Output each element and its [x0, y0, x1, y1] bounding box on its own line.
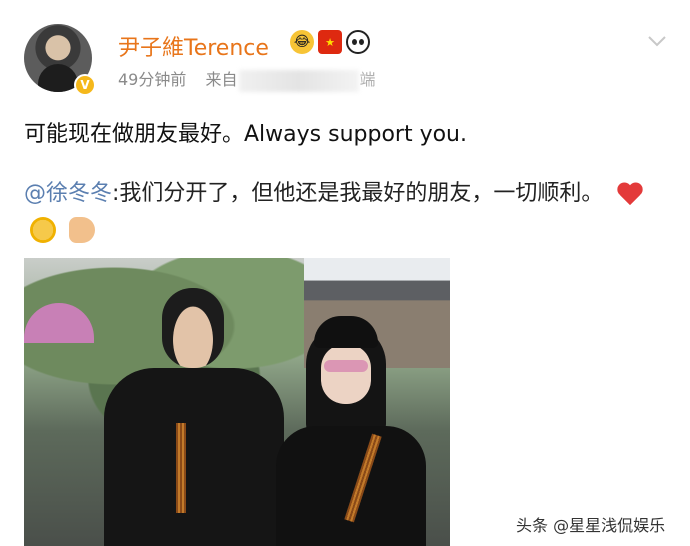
china-flag-icon: ★ [318, 30, 342, 54]
flexed-biceps-icon [69, 217, 95, 243]
photo-woman-glasses [324, 360, 368, 372]
photo-woman-body [276, 426, 426, 546]
mention-link[interactable]: @徐冬冬 [24, 181, 112, 206]
crying-laughing-face-icon: 😂 [290, 30, 314, 54]
username[interactable]: 尹子維Terence [118, 30, 269, 62]
post-source-tail: 端 [359, 70, 376, 89]
verified-icon: V [74, 74, 96, 96]
user-badges: 😂 ★ [290, 30, 370, 54]
photo-woman-face [321, 344, 371, 404]
red-heart-icon [616, 181, 644, 207]
reposted-text: @徐冬冬:我们分开了，但他还是我最好的朋友，一切顺利。 [24, 176, 664, 248]
post-meta: 49分钟前 来自 端 [118, 66, 376, 92]
photo-man-body [104, 368, 284, 546]
weibo-post: V 尹子維Terence 😂 ★ 49分钟前 来自 端 可能现在做朋友最好。Alw… [0, 0, 690, 546]
photo-man-head [162, 288, 224, 368]
post-source-label: 来自 [205, 70, 238, 89]
photo-man [104, 288, 284, 546]
incense-sticks [176, 423, 186, 513]
blurred-source [239, 69, 360, 92]
watermark: 头条 @星星浅侃娱乐 [516, 516, 666, 535]
panda-icon [346, 30, 370, 54]
repost-body: :我们分开了，但他还是我最好的朋友，一切顺利。 [112, 181, 604, 206]
post-photo[interactable] [24, 258, 450, 546]
post-time: 49分钟前 [118, 70, 187, 89]
photo-woman-cap [314, 316, 378, 348]
chevron-down-icon[interactable] [646, 30, 668, 52]
sunflower-smile-icon [30, 217, 56, 243]
post-content: 可能现在做朋友最好。Always support you. [24, 122, 467, 147]
